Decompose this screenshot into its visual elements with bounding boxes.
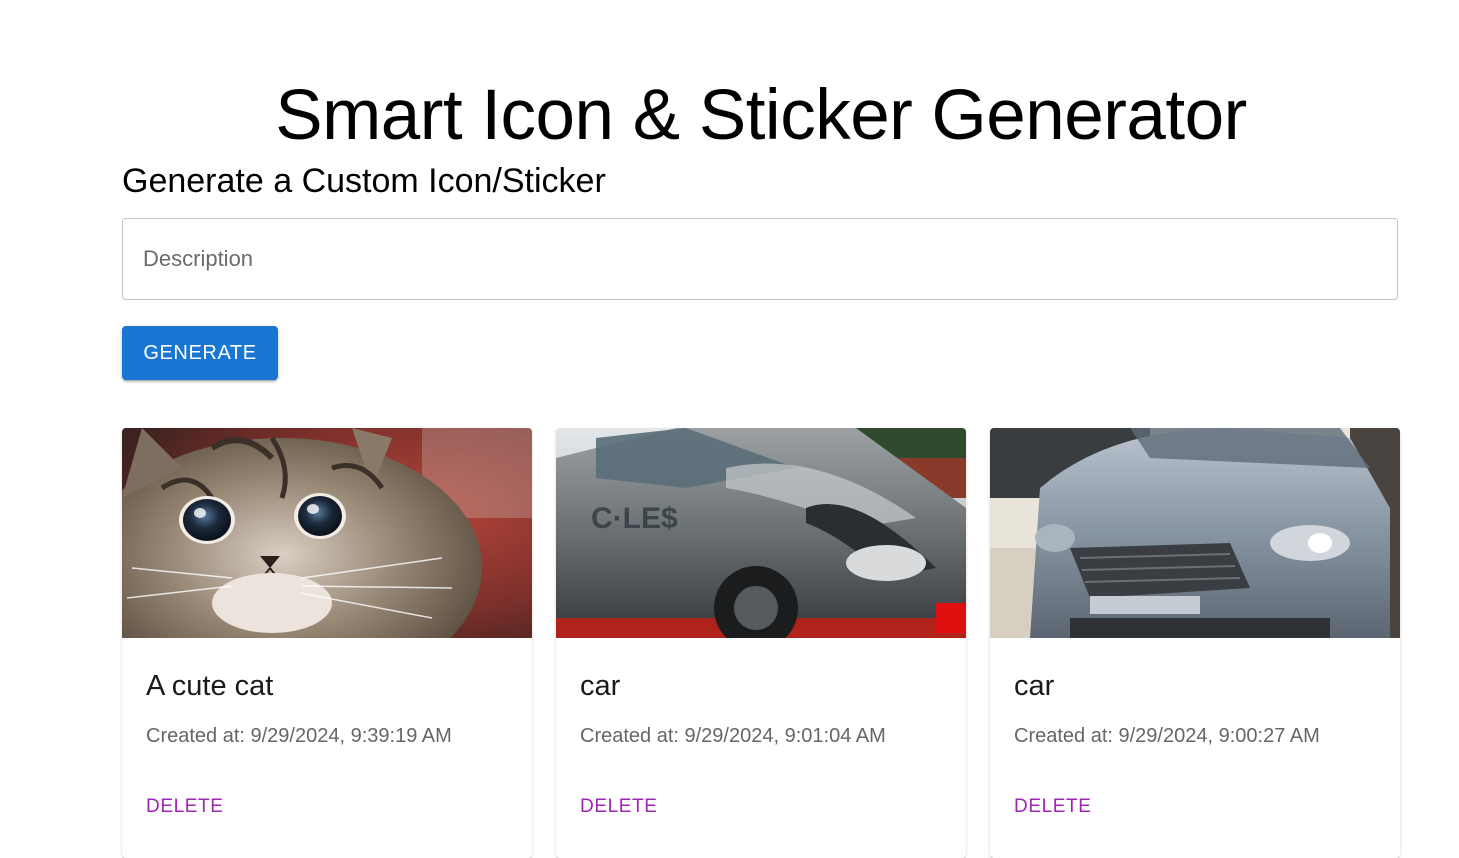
generate-button[interactable]: GENERATE (122, 326, 278, 380)
section-title: Generate a Custom Icon/Sticker (122, 162, 606, 200)
delete-button[interactable]: DELETE (1004, 792, 1102, 822)
card-created-date: Created at: 9/29/2024, 9:00:27 AM (1014, 725, 1320, 747)
delete-button[interactable]: DELETE (136, 792, 234, 822)
page-title: Smart Icon & Sticker Generator (275, 75, 1247, 155)
card-title: car (1014, 670, 1055, 702)
sticker-card: A cute cat Created at: 9/29/2024, 9:39:1… (122, 428, 532, 858)
svg-text:C·LE$: C·LE$ (591, 502, 678, 535)
card-image-car-front (990, 428, 1400, 638)
sticker-card: C·LE$ car Created at: 9/29/2024, 9:01:04… (556, 428, 966, 858)
card-image-kitten (122, 428, 532, 638)
kitten-image (122, 428, 532, 638)
card-created-date: Created at: 9/29/2024, 9:01:04 AM (580, 725, 886, 747)
description-field[interactable] (122, 218, 1398, 300)
sticker-card: car Created at: 9/29/2024, 9:00:27 AM DE… (990, 428, 1400, 858)
card-image-car-side: C·LE$ (556, 428, 966, 638)
description-input[interactable] (123, 219, 1397, 299)
card-title: car (580, 670, 621, 702)
car-side-image: C·LE$ (556, 428, 966, 638)
card-created-date: Created at: 9/29/2024, 9:39:19 AM (146, 725, 452, 747)
delete-button[interactable]: DELETE (570, 792, 668, 822)
card-title: A cute cat (146, 670, 274, 702)
car-front-image (990, 428, 1400, 638)
